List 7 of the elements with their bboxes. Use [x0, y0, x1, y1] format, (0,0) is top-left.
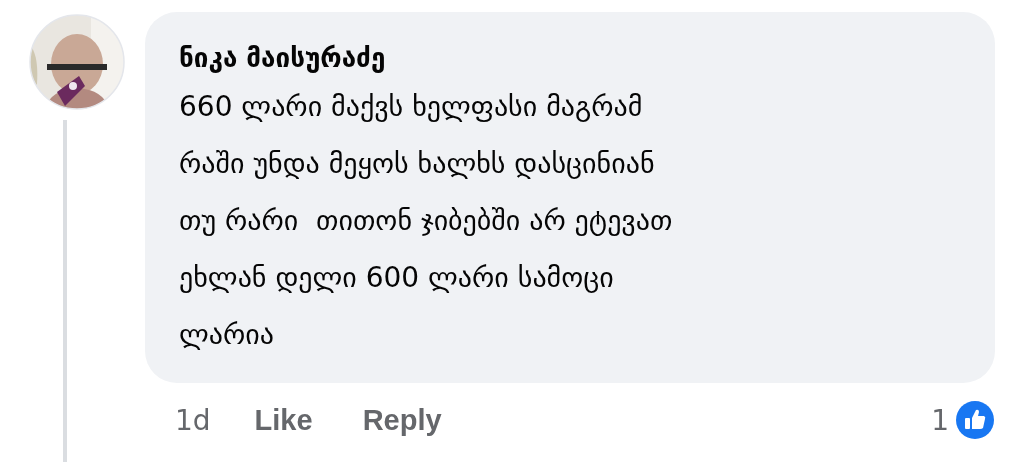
comment-time[interactable]: 1d	[175, 403, 211, 437]
comment-action[interactable]: Reply	[362, 403, 442, 437]
comment-text: 660 ლარი მაქვს ხელფასი მაგრამ რაში უნდა მეყოს ხალხს დასცინიან თუ რარი თითონ ჯიბებში არ ეტევათ ეხლან დელი 600 ლარი სამოცი ლარია	[179, 89, 674, 353]
author-name[interactable]: ნიკა მაისურაძე	[179, 38, 961, 78]
reaction-count[interactable]: 1	[931, 403, 949, 437]
comment-action[interactable]: Like	[254, 403, 313, 437]
thumbs-up-icon[interactable]	[955, 400, 995, 440]
